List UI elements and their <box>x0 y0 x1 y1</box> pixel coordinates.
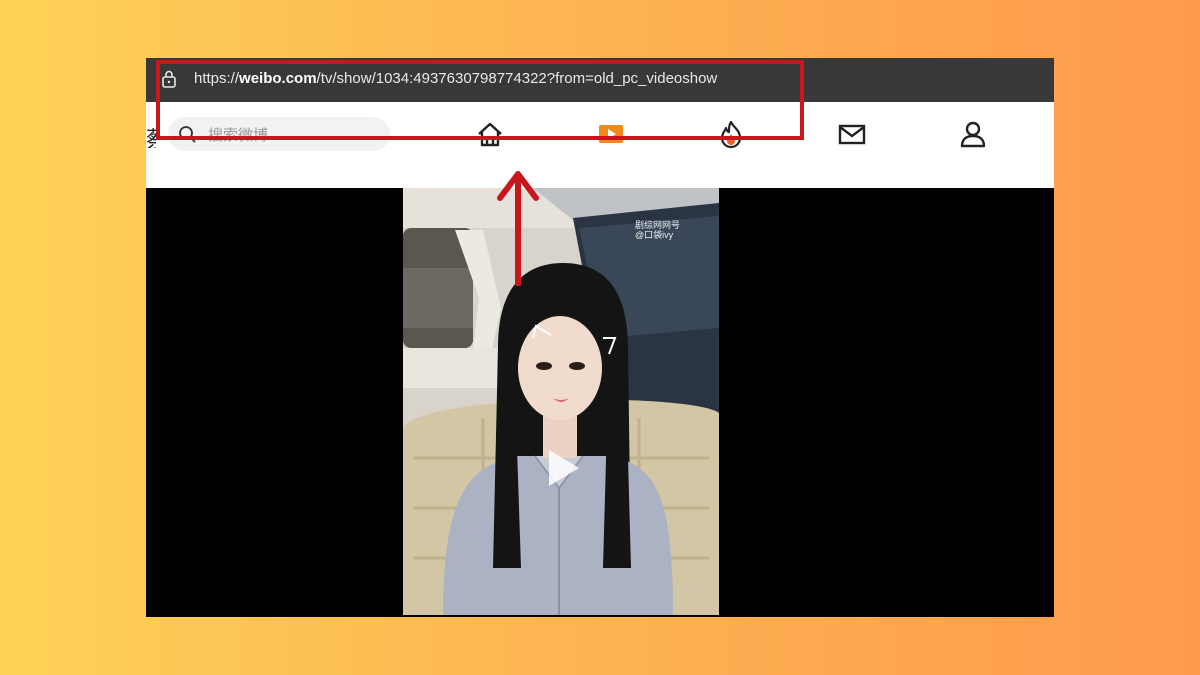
profile-icon[interactable] <box>958 119 988 149</box>
url-highlight-box <box>156 60 804 140</box>
play-icon[interactable] <box>537 444 585 492</box>
video-thumbnail <box>403 188 719 615</box>
video-frame[interactable]: 剧综网网号 @口袋ivy <box>403 188 719 615</box>
logo-fragment: 蔡 <box>146 122 156 148</box>
watermark-line-2: @口袋ivy <box>635 230 674 240</box>
video-watermark: 剧综网网号 @口袋ivy <box>635 220 680 240</box>
mail-icon[interactable] <box>837 119 867 149</box>
browser-screenshot: https://weibo.com/tv/show/1034:493763079… <box>146 58 1054 617</box>
watermark-line-1: 剧综网网号 <box>635 220 681 230</box>
arrow-up-icon <box>497 171 539 286</box>
video-player[interactable]: 剧综网网号 @口袋ivy <box>146 188 1054 617</box>
